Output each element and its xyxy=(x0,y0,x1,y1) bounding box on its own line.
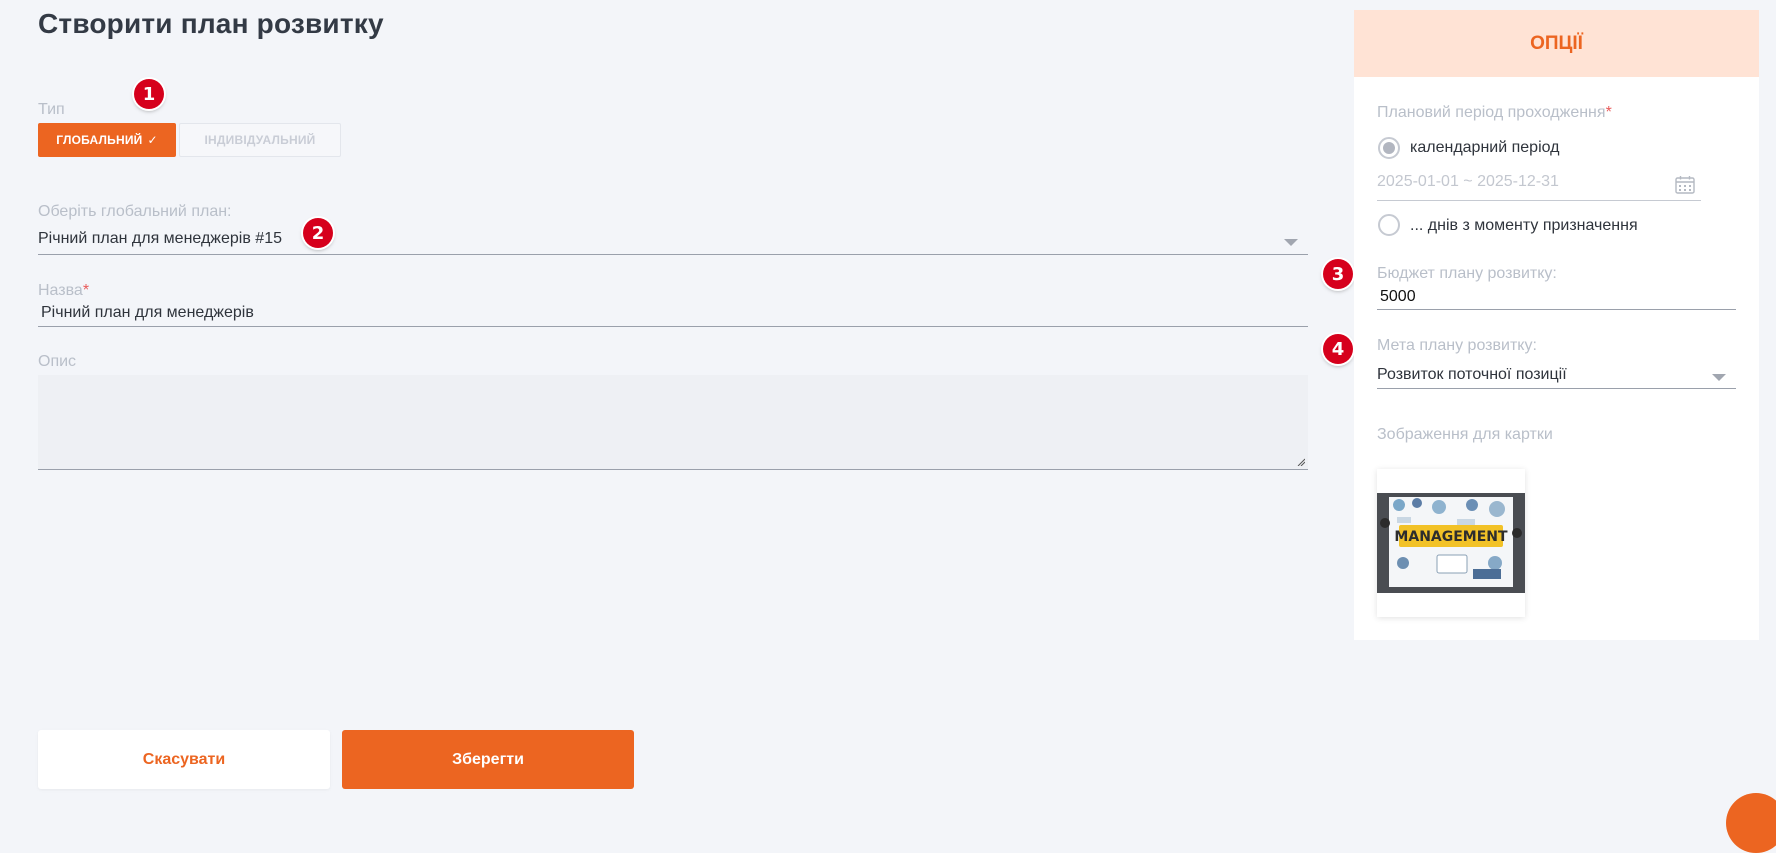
goal-label: Мета плану розвитку: xyxy=(1377,337,1537,354)
name-value: Річний план для менеджерів xyxy=(41,304,254,321)
page-title: Створити план розвитку xyxy=(38,8,384,39)
global-plan-select[interactable]: Річний план для менеджерів #15 xyxy=(38,224,1308,255)
calendar-period-radio[interactable] xyxy=(1378,137,1400,159)
calendar-period-label[interactable]: календарний період xyxy=(1410,139,1560,157)
type-individual-button[interactable]: ІНДИВІДУАЛЬНИЙ xyxy=(179,123,341,157)
type-global-button[interactable]: ГЛОБАЛЬНИЙ ✓ xyxy=(38,123,176,157)
date-range-input[interactable]: 2025-01-01 ~ 2025-12-31 xyxy=(1377,168,1701,201)
chevron-down-icon xyxy=(1284,239,1298,246)
image-card[interactable]: MANAGEMENT xyxy=(1377,469,1525,617)
date-range-value: 2025-01-01 ~ 2025-12-31 xyxy=(1377,173,1559,190)
help-fab-button[interactable] xyxy=(1726,793,1776,853)
annotation-marker-3: 3 xyxy=(1323,259,1353,289)
days-label[interactable]: ... днів з моменту призначення xyxy=(1410,217,1638,235)
type-individual-label: ІНДИВІДУАЛЬНИЙ xyxy=(204,133,316,147)
goal-select[interactable]: Розвиток поточної позиції xyxy=(1377,358,1736,389)
budget-value: 5000 xyxy=(1380,288,1416,305)
cancel-button[interactable]: Скасувати xyxy=(38,730,330,789)
description-label: Опис xyxy=(38,353,77,370)
global-plan-label: Оберіть глобальний план: xyxy=(38,203,232,220)
global-plan-value: Річний план для менеджерів #15 xyxy=(38,230,282,247)
card-image-text: MANAGEMENT xyxy=(1394,529,1508,545)
type-label: Тип xyxy=(38,101,65,118)
calendar-icon[interactable] xyxy=(1675,176,1695,194)
name-input[interactable]: Річний план для менеджерів xyxy=(38,301,1308,327)
image-label: Зображення для картки xyxy=(1377,426,1553,443)
name-label: Назва* xyxy=(38,282,90,299)
days-radio[interactable] xyxy=(1378,214,1400,236)
budget-input[interactable]: 5000 xyxy=(1377,284,1736,310)
type-global-label: ГЛОБАЛЬНИЙ xyxy=(56,133,143,147)
annotation-marker-1: 1 xyxy=(134,79,164,109)
resize-handle-icon[interactable] xyxy=(1297,458,1305,466)
options-panel-title: ОПЦІЇ xyxy=(1354,10,1759,77)
period-label: Плановий період проходження* xyxy=(1377,104,1612,121)
chevron-down-icon xyxy=(1712,374,1726,381)
goal-value: Розвиток поточної позиції xyxy=(1377,366,1567,383)
save-button[interactable]: Зберегти xyxy=(342,730,634,789)
annotation-marker-4: 4 xyxy=(1323,334,1353,364)
budget-label: Бюджет плану розвитку: xyxy=(1377,265,1557,282)
description-textarea[interactable] xyxy=(38,375,1308,470)
check-icon: ✓ xyxy=(147,133,158,147)
card-image: MANAGEMENT xyxy=(1377,493,1525,593)
